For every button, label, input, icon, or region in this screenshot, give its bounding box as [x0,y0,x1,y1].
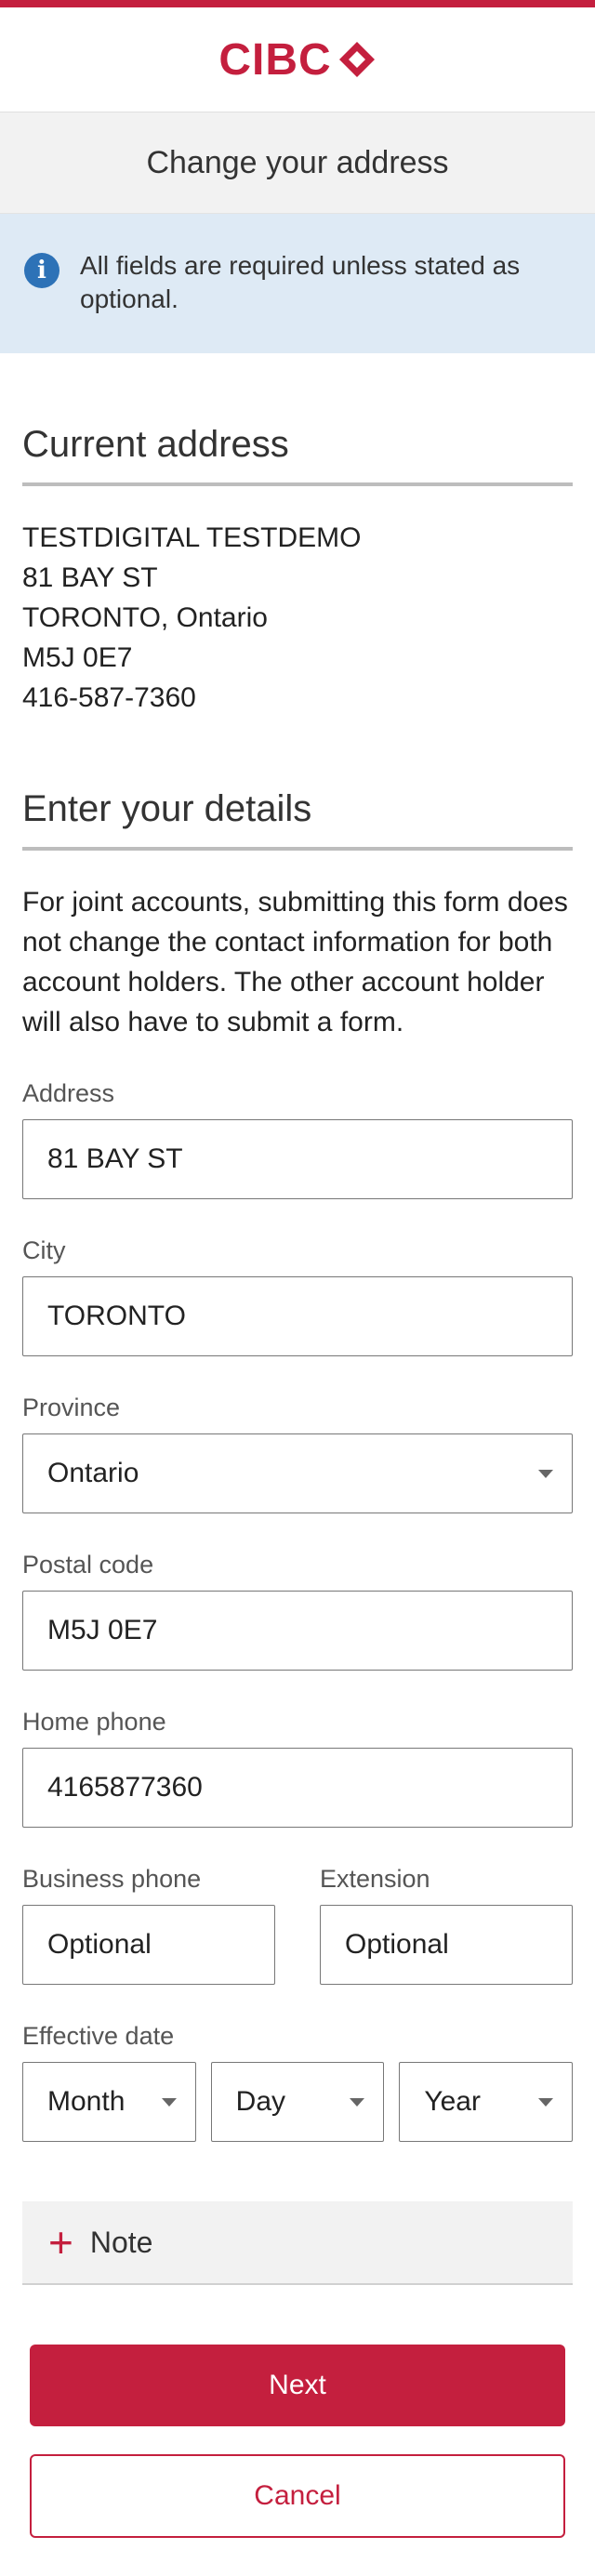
month-select[interactable]: Month [22,2062,196,2142]
year-select[interactable]: Year [399,2062,574,2142]
address-line-city: TORONTO, Ontario [22,602,268,633]
main-content: Current address TESTDIGITAL TESTDEMO 81 … [0,424,595,2538]
chevron-down-icon [350,2098,365,2107]
year-select-value: Year [424,2086,481,2117]
enter-details-heading: Enter your details [22,788,573,851]
province-select[interactable]: Ontario [22,1433,573,1513]
postal-code-label: Postal code [22,1551,154,1579]
address-line-street: 81 BAY ST [22,562,158,593]
current-address-block: TESTDIGITAL TESTDEMO 81 BAY ST TORONTO, … [22,518,573,718]
note-expander[interactable]: + Note [22,2201,573,2285]
home-phone-field-group: Home phone 4165877360 [22,1708,573,1828]
chevron-down-icon [538,1470,553,1478]
home-phone-input[interactable]: 4165877360 [22,1748,573,1828]
logo-wordmark: CIBC [218,34,332,85]
page-title-bar: Change your address [0,112,595,214]
effective-date-field-group: Effective date Month Day Year [22,2022,574,2142]
extension-label: Extension [320,1865,430,1893]
chevron-down-icon [538,2098,554,2107]
extension-field-group: Extension Optional [320,1865,573,1985]
business-phone-input[interactable]: Optional [22,1905,275,1985]
province-selected-value: Ontario [47,1458,139,1488]
province-label: Province [22,1394,121,1421]
city-field-group: City TORONTO [22,1236,573,1356]
extension-input[interactable]: Optional [320,1905,573,1985]
home-phone-label: Home phone [22,1708,166,1736]
city-label: City [22,1236,66,1264]
plus-icon: + [48,2218,73,2266]
brand-top-bar [0,0,595,7]
address-line-name: TESTDIGITAL TESTDEMO [22,522,362,553]
address-line-phone: 416-587-7360 [22,682,196,713]
chevron-down-icon [161,2098,177,2107]
day-select-value: Day [235,2086,286,2117]
info-banner: i All fields are required unless stated … [0,214,595,353]
cancel-button[interactable]: Cancel [30,2454,565,2538]
city-input[interactable]: TORONTO [22,1276,573,1356]
postal-code-field-group: Postal code M5J 0E7 [22,1551,573,1671]
info-icon: i [24,253,60,288]
month-select-value: Month [47,2086,126,2117]
effective-date-selects: Month Day Year [22,2062,574,2142]
address-label: Address [22,1079,115,1107]
address-field-group: Address 81 BAY ST [22,1079,573,1199]
joint-accounts-notice: For joint accounts, submitting this form… [22,887,568,1037]
province-field-group: Province Ontario [22,1394,573,1513]
next-button[interactable]: Next [30,2345,565,2426]
address-input[interactable]: 81 BAY ST [22,1119,573,1199]
address-line-postal: M5J 0E7 [22,642,133,673]
postal-code-input[interactable]: M5J 0E7 [22,1591,573,1671]
business-phone-field-group: Business phone Optional [22,1865,275,1985]
site-header: CIBC [0,7,595,112]
cibc-logo[interactable]: CIBC [218,34,376,86]
business-phone-label: Business phone [22,1865,202,1893]
page-title: Change your address [146,144,449,180]
effective-date-label: Effective date [22,2022,175,2050]
business-phone-row: Business phone Optional Extension Option… [22,1828,573,1985]
day-select[interactable]: Day [210,2062,385,2142]
note-label: Note [89,2225,153,2259]
current-address-heading: Current address [22,424,573,486]
logo-diamond-icon [338,42,375,77]
info-banner-text: All fields are required unless stated as… [80,251,521,313]
